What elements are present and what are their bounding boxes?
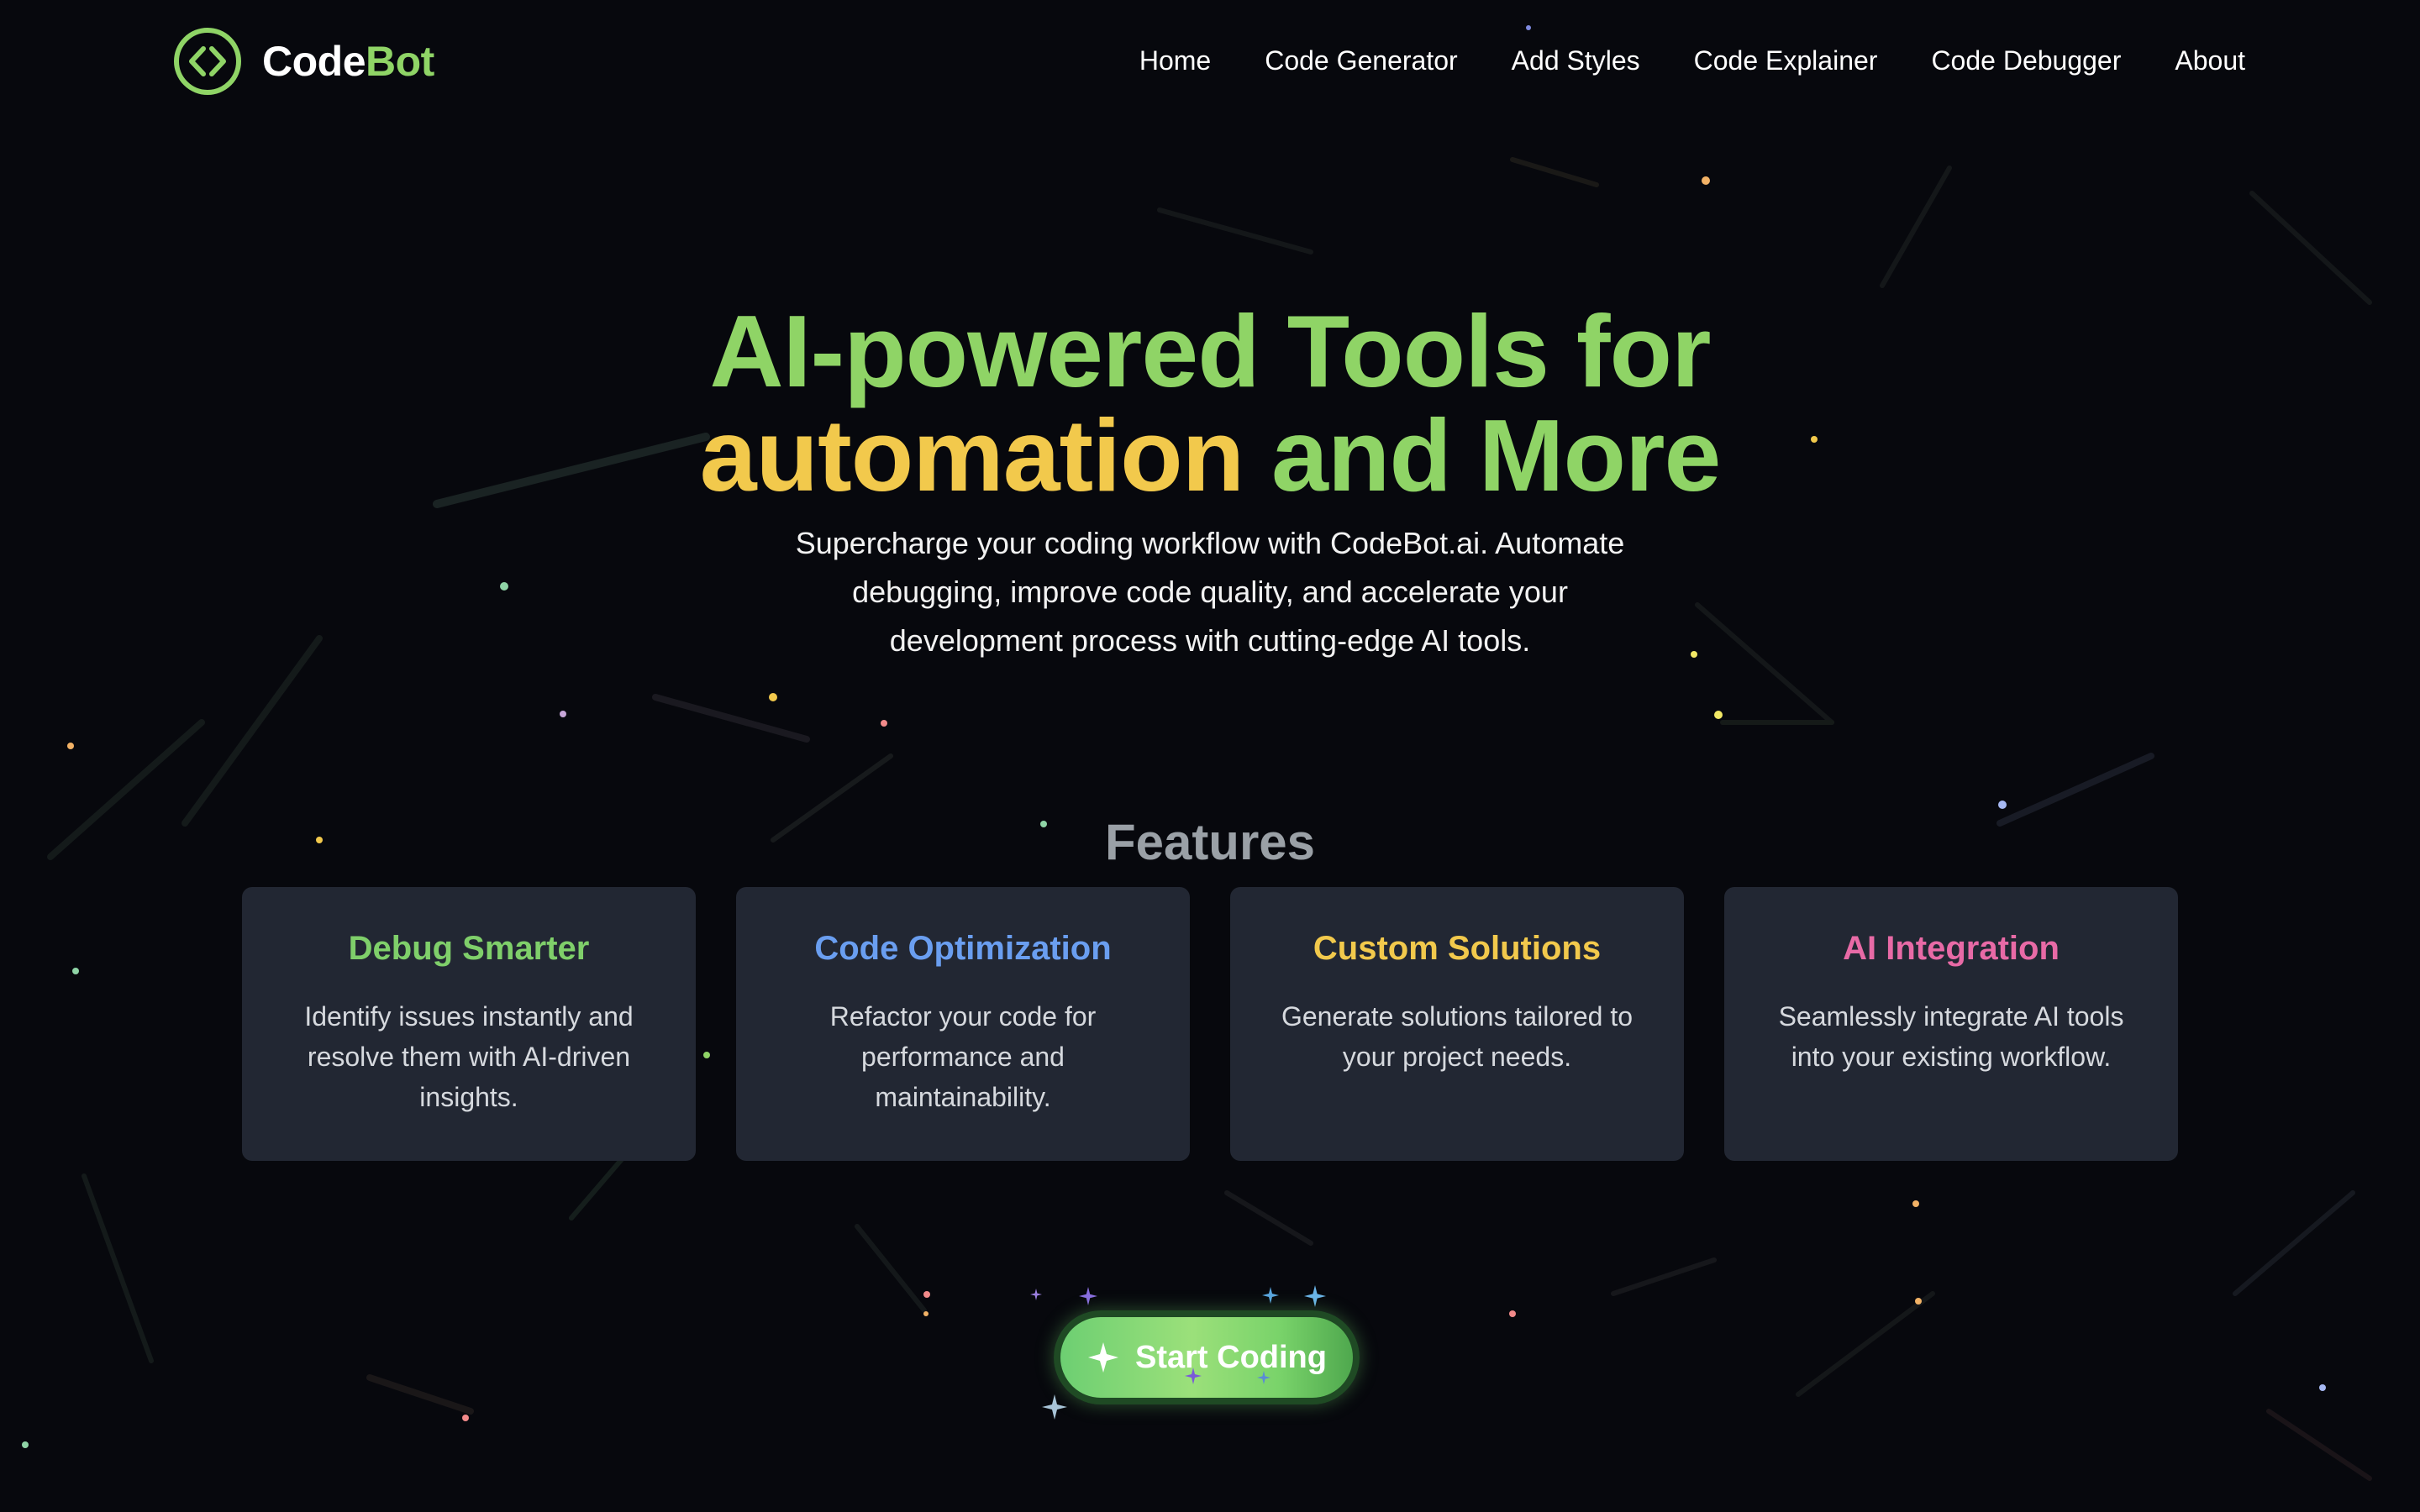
sparkle-icon (1088, 1342, 1118, 1373)
nav-link-code-debugger[interactable]: Code Debugger (1931, 39, 2121, 82)
sparkle-decoration-icon (1030, 1289, 1042, 1300)
code-brackets-circle-icon (174, 28, 241, 95)
sparkle-decoration-icon (1262, 1287, 1279, 1304)
feature-card-title: Code Optimization (814, 930, 1112, 967)
sparkle-decoration-icon (1304, 1285, 1326, 1307)
brand-name: CodeBot (262, 37, 434, 86)
hero-title-highlight: automation (699, 398, 1244, 512)
cta-area: Start Coding (1025, 1277, 1395, 1428)
nav-links: Home Code Generator Add Styles Code Expl… (1139, 39, 2245, 82)
nav-link-code-explainer[interactable]: Code Explainer (1694, 39, 1878, 82)
sparkle-decoration-icon (1079, 1287, 1097, 1305)
brand-name-part1: Code (262, 38, 366, 85)
top-navigation: CodeBot Home Code Generator Add Styles C… (0, 0, 2420, 123)
hero-title: AI-powered Tools for automation and More (0, 299, 2420, 507)
page: CodeBot Home Code Generator Add Styles C… (0, 0, 2420, 1512)
features-heading: Features (1104, 813, 1316, 870)
feature-cards: Debug Smarter Identify issues instantly … (242, 887, 2178, 1161)
start-coding-button[interactable]: Start Coding (1054, 1310, 1360, 1404)
brand-name-part2: Bot (366, 38, 434, 85)
feature-card-custom-solutions: Custom Solutions Generate solutions tail… (1230, 887, 1684, 1161)
feature-card-code-optimization: Code Optimization Refactor your code for… (736, 887, 1190, 1161)
feature-card-description: Seamlessly integrate AI tools into your … (1778, 1001, 2124, 1072)
start-coding-label: Start Coding (1135, 1339, 1327, 1375)
hero-subtitle: Supercharge your coding workflow with Co… (795, 526, 1625, 658)
hero-title-line2: and More (1244, 398, 1721, 512)
nav-link-add-styles[interactable]: Add Styles (1512, 39, 1640, 82)
hero-section: AI-powered Tools for automation and More… (0, 299, 2420, 665)
sparkle-decoration-icon (1257, 1371, 1270, 1384)
feature-card-title: AI Integration (1843, 930, 2060, 967)
nav-link-code-generator[interactable]: Code Generator (1265, 39, 1457, 82)
sparkle-decoration-icon (1185, 1368, 1202, 1384)
sparkle-decoration-icon (1042, 1394, 1067, 1420)
feature-card-debug-smarter: Debug Smarter Identify issues instantly … (242, 887, 696, 1161)
feature-card-title: Debug Smarter (348, 930, 590, 967)
feature-card-description: Identify issues instantly and resolve th… (304, 1001, 634, 1112)
feature-card-ai-integration: AI Integration Seamlessly integrate AI t… (1724, 887, 2178, 1161)
feature-card-description: Generate solutions tailored to your proj… (1281, 1001, 1634, 1072)
nav-link-about[interactable]: About (2175, 39, 2245, 82)
hero-title-line1: AI-powered Tools for (709, 294, 1712, 408)
feature-card-title: Custom Solutions (1313, 930, 1602, 967)
nav-link-home[interactable]: Home (1139, 39, 1211, 82)
feature-card-description: Refactor your code for performance and m… (829, 1001, 1097, 1112)
brand[interactable]: CodeBot (173, 27, 434, 96)
